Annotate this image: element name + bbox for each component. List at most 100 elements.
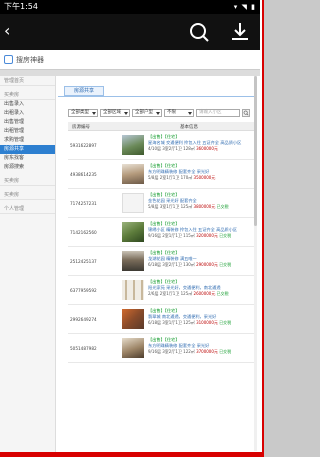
sidebar-item-share[interactable]: 房源共享 [0, 145, 55, 154]
header-id: 房源编号 [72, 125, 90, 130]
chevron-down-icon [156, 112, 160, 115]
status-bar: 下午1:54 ▾ ◥ ▮ [0, 0, 260, 14]
sidebar-item-rent-manage[interactable]: 出租管理 [0, 127, 55, 136]
tab-underline [58, 96, 254, 97]
listing-price: 3100000元 [196, 320, 218, 325]
listing-id: 2512425137 [70, 259, 97, 264]
listing-meta: 2/6层 2室1厅1卫 125㎡ 2600000元 已交税 [148, 291, 256, 297]
table-header: 房源编号 基本信息 [68, 122, 256, 131]
listing-badge: 已交税 [219, 349, 232, 354]
table-row[interactable]: 7174257231 【出售】【住宅】 金色花园 采光好 配套齐全 5/8层 3… [68, 189, 256, 218]
sidebar: 管理首页 买卖房 出售录入 出租录入 出售管理 出租管理 求购管理 房源共享 房… [0, 76, 56, 457]
table-row[interactable]: 2512425137 【出售】【住宅】 龙湖花园 精装修 满五唯一 6/18层 … [68, 247, 256, 276]
listing-badge: 已交税 [219, 320, 232, 325]
sidebar-item-sale-manage[interactable]: 出售管理 [0, 118, 55, 127]
listing-meta: 6/18层 3室1厅1卫 125㎡ 3100000元 已交税 [148, 320, 256, 326]
header-info: 基本信息 [180, 125, 198, 130]
search-icon [243, 110, 249, 116]
sidebar-section-trade-2[interactable]: 买卖房 [0, 176, 55, 186]
community-search-input[interactable]: 请输入小区 [196, 109, 240, 117]
listing-id: 2992649274 [70, 317, 97, 322]
filter-bar: 全部类型 全部区域 全部户型 不限 请输入小区 [68, 109, 258, 118]
table-row[interactable]: 2992649274 【出售】【住宅】 翡翠城 南北通透，交通便利，采光好 6/… [68, 305, 256, 334]
sidebar-item-rent-entry[interactable]: 出租录入 [0, 109, 55, 118]
site-header: 搜房神器 [0, 50, 260, 70]
logo-icon [4, 55, 13, 64]
listing-floorplan[interactable] [122, 280, 144, 300]
status-time: 下午1:54 [4, 2, 38, 11]
listing-price: 3700000元 [196, 349, 218, 354]
listing-specs: 4/10层 3室2厅1卫 128㎡ [148, 146, 195, 151]
sidebar-item-search[interactable]: 房源搜索 [0, 163, 55, 172]
listing-photo[interactable] [122, 164, 144, 184]
listing-price: 3800000元 [193, 204, 216, 209]
filter-price-select[interactable]: 不限 [164, 109, 194, 117]
listing-badge: 已交税 [219, 262, 232, 267]
listing-meta: 9/16层 3室2厅1卫 122㎡ 3700000元 已交税 [148, 349, 256, 355]
listing-price: 3500000元 [193, 175, 216, 180]
search-icon[interactable] [188, 21, 210, 43]
listing-price: 2900000元 [196, 262, 218, 267]
listing-badge: 已交税 [216, 204, 229, 209]
chevron-down-icon [124, 112, 128, 115]
listing-id: 5931622897 [70, 143, 97, 148]
sidebar-item-sale-entry[interactable]: 出售录入 [0, 100, 55, 109]
filter-area-label: 全部区域 [103, 110, 121, 115]
scrollbar-thumb[interactable] [254, 76, 257, 226]
listing-specs: 9/16层 2室1厅1卫 115㎡ [148, 233, 195, 238]
listing-photo-placeholder[interactable] [122, 193, 144, 213]
listing-price: 3200000元 [196, 233, 218, 238]
listing-meta: 4/10层 3室2厅1卫 128㎡ 3600000元 [148, 146, 256, 152]
window-bottom-border [0, 452, 264, 457]
listing-specs: 2/6层 2室1厅1卫 125㎡ [148, 291, 193, 296]
listing-specs: 5/8层 3室1厅1卫 125㎡ [148, 204, 193, 209]
filter-area-select[interactable]: 全部区域 [100, 109, 130, 117]
main-panel: 房源共享 全部类型 全部区域 全部户型 不限 请输入小区 房源编号 基本信息 5… [58, 76, 258, 457]
download-icon[interactable] [229, 20, 251, 42]
filter-layout-label: 全部户型 [135, 110, 153, 115]
tab-share[interactable]: 房源共享 [64, 86, 104, 96]
listing-id: 7174257231 [70, 201, 97, 206]
listing-photo[interactable] [122, 309, 144, 329]
listing-photo[interactable] [122, 222, 144, 242]
filter-type-label: 全部类型 [71, 110, 89, 115]
table-row[interactable]: 6377959592 【出售】【住宅】 阳光家苑 采光好，交通便利，南北通透 2… [68, 276, 256, 305]
back-icon[interactable]: ‹ [4, 22, 10, 40]
listing-meta: 5/8层 3室1厅1卫 125㎡ 3800000元 已交税 [148, 204, 256, 210]
filter-price-label: 不限 [167, 110, 176, 115]
table-row[interactable]: 4938614235 【出售】【住宅】 东方明珠精装修 配套齐全 采光好 5/8… [68, 160, 256, 189]
listing-badge: 已交税 [216, 291, 229, 296]
listing-specs: 6/18层 3室2厅1卫 130㎡ [148, 262, 195, 267]
sidebar-section-home[interactable]: 管理首页 [0, 76, 55, 86]
listing-price: 2600000元 [193, 291, 216, 296]
listing-specs: 5/8层 2室1厅1卫 170㎡ [148, 175, 193, 180]
listing-id: 4938614235 [70, 172, 97, 177]
status-icons: ▾ ◥ ▮ [233, 3, 256, 11]
listing-photo[interactable] [122, 338, 144, 358]
sidebar-section-trade-3[interactable]: 买卖房 [0, 190, 55, 200]
table-row[interactable]: 5051487982 【出售】【住宅】 东方明珠精装修 配套齐全 采光好 9/1… [68, 334, 256, 363]
app-bar: ‹ [0, 14, 260, 50]
listing-id: 6377959592 [70, 288, 97, 293]
listing-photo[interactable] [122, 251, 144, 271]
sidebar-section-trade[interactable]: 买卖房 [0, 90, 55, 100]
chevron-down-icon [92, 112, 96, 115]
listing-meta: 5/8层 2室1厅1卫 170㎡ 3500000元 [148, 175, 256, 181]
listing-specs: 9/16层 3室2厅1卫 122㎡ [148, 349, 195, 354]
chevron-down-icon [188, 112, 192, 115]
listing-photo[interactable] [122, 135, 144, 155]
listing-meta: 6/18层 3室2厅1卫 130㎡ 2900000元 已交税 [148, 262, 256, 268]
filter-layout-select[interactable]: 全部户型 [132, 109, 162, 117]
filter-type-select[interactable]: 全部类型 [68, 109, 98, 117]
listing-id: 7142162560 [70, 230, 97, 235]
listing-specs: 6/18层 3室1厅1卫 125㎡ [148, 320, 195, 325]
sidebar-section-personal[interactable]: 个人管理 [0, 204, 55, 214]
listing-badge: 已交税 [219, 233, 232, 238]
listing-id: 5051487982 [70, 346, 97, 351]
listing-meta: 9/16层 2室1厅1卫 115㎡ 3200000元 已交税 [148, 233, 256, 239]
table-row[interactable]: 7142162560 【出售】【住宅】 锦绣小区 精装修 拎包入住 五证齐全 高… [68, 218, 256, 247]
search-button[interactable] [242, 109, 250, 117]
sidebar-item-owner[interactable]: 房东找客 [0, 154, 55, 163]
sidebar-item-buy-manage[interactable]: 求购管理 [0, 136, 55, 145]
table-row[interactable]: 5931622897 【出售】【住宅】 星海名城 交通便利 拎包入住 五证齐全 … [68, 131, 256, 160]
